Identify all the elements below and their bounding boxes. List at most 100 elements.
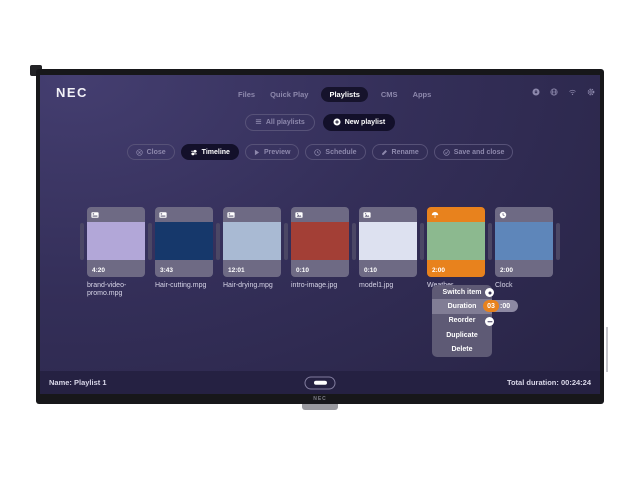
preview-button[interactable]: Preview [245, 144, 299, 160]
card-duration: 0:10 [291, 260, 349, 277]
timeline-item-model1[interactable]: 0:10 [359, 207, 417, 277]
status-icon-row [532, 88, 595, 96]
timeline-item-weather[interactable]: 2:00 [427, 207, 485, 277]
card-thumbnail [87, 222, 145, 260]
menu-item-switch-item[interactable]: Switch item [432, 285, 492, 299]
timeline-item-hair-drying[interactable]: 12:01 [223, 207, 281, 277]
save-and-close-button[interactable]: Save and close [434, 144, 514, 160]
drop-indicator[interactable] [352, 223, 356, 260]
monitor-logo-tab [302, 404, 338, 410]
save-and-close-label: Save and close [454, 149, 505, 156]
card-filename: Hair-cutting.mpg [155, 282, 213, 290]
nav-tab-apps[interactable]: Apps [411, 87, 434, 102]
main-nav: Files Quick Play Playlists CMS Apps [236, 87, 433, 102]
play-icon [254, 149, 260, 156]
preview-label: Preview [264, 149, 290, 156]
timeline-item-intro-image[interactable]: 0:10 [291, 207, 349, 277]
new-playlist-button[interactable]: New playlist [323, 114, 395, 131]
nav-tab-cms[interactable]: CMS [379, 87, 400, 102]
menu-item-delete[interactable]: Delete [432, 343, 492, 357]
duration-seconds-segment[interactable]: :00 [499, 303, 510, 310]
nec-screen-logo: NEC [56, 85, 88, 100]
card-header [359, 207, 417, 222]
card-thumbnail [155, 222, 213, 260]
wifi-icon[interactable] [568, 88, 577, 96]
card-duration: 0:10 [359, 260, 417, 277]
card-filename: brand-video-promo.mpg [87, 282, 145, 299]
new-playlist-label: New playlist [345, 119, 385, 126]
playlist-actions-bar: All playlists New playlist [40, 114, 600, 131]
total-duration-label: Total duration: 00:24:24 [507, 378, 591, 387]
timeline-toolbar: Close Timeline Preview Schedule Rename [40, 144, 600, 160]
timeline-label: Timeline [202, 149, 230, 156]
globe-icon[interactable] [550, 88, 558, 96]
card-duration: 3:43 [155, 260, 213, 277]
nav-tab-quick-play[interactable]: Quick Play [268, 87, 310, 102]
timeline-item-hair-cutting[interactable]: 3:43 [155, 207, 213, 277]
context-menu-panel: Switch item Duration Reorder Duplicate D… [432, 285, 492, 357]
drop-indicator[interactable] [556, 223, 560, 260]
card-header [291, 207, 349, 222]
all-playlists-button[interactable]: All playlists [245, 114, 315, 131]
card-thumbnail [223, 222, 281, 260]
card-duration: 12:01 [223, 260, 281, 277]
duration-minutes-segment[interactable]: 03 [483, 300, 499, 312]
bezel-nec-logo: NEC [36, 396, 604, 402]
menu-item-reorder[interactable]: Reorder [432, 314, 492, 328]
clock-icon [314, 149, 321, 156]
nav-tab-files[interactable]: Files [236, 87, 257, 102]
drop-indicator[interactable] [488, 223, 492, 260]
schedule-button[interactable]: Schedule [305, 144, 365, 160]
duration-input[interactable]: 03 :00 [483, 300, 518, 312]
playlist-name-label: Name: Playlist 1 [49, 378, 107, 387]
drop-indicator[interactable] [216, 223, 220, 260]
drop-indicator[interactable] [80, 223, 84, 260]
item-context-menu: Switch item Duration Reorder Duplicate D… [432, 285, 518, 358]
reorder-handle-icon[interactable] [485, 317, 494, 326]
download-icon[interactable] [532, 88, 540, 96]
card-duration: 4:20 [87, 260, 145, 277]
rename-button[interactable]: Rename [372, 144, 428, 160]
drop-indicator[interactable] [148, 223, 152, 260]
timeline-item-clock[interactable]: 2:00 [495, 207, 553, 277]
card-header [427, 207, 485, 222]
drop-indicator[interactable] [420, 223, 424, 260]
card-filename: intro-image.jpg [291, 282, 349, 290]
plus-circle-icon [333, 118, 341, 128]
sliders-icon [190, 149, 198, 156]
card-thumbnail [291, 222, 349, 260]
hamburger-icon [255, 118, 262, 127]
monitor-cable-line [606, 327, 608, 372]
timeline-button[interactable]: Timeline [181, 144, 239, 160]
drop-indicator[interactable] [284, 223, 288, 260]
rename-label: Rename [392, 149, 419, 156]
card-filename: Hair-drying.mpg [223, 282, 281, 290]
card-header [87, 207, 145, 222]
card-duration: 2:00 [495, 260, 553, 277]
settings-icon[interactable] [587, 88, 595, 96]
schedule-label: Schedule [325, 149, 356, 156]
pencil-icon [381, 149, 388, 156]
card-thumbnail [495, 222, 553, 260]
close-circle-icon [136, 149, 143, 156]
media-player-screen: NEC Files Quick Play Playlists CMS Apps [40, 75, 600, 394]
close-button[interactable]: Close [127, 144, 175, 160]
card-header [223, 207, 281, 222]
card-header [155, 207, 213, 222]
switch-item-target-icon[interactable] [485, 288, 494, 297]
close-label: Close [147, 149, 166, 156]
card-filename: model1.jpg [359, 282, 417, 290]
hide-panel-handle[interactable] [305, 376, 336, 389]
timeline-item-brand-video[interactable]: 4:20 [87, 207, 145, 277]
check-circle-icon [443, 149, 450, 156]
nec-monitor-frame: NEC NEC Files Quick Play Playlists CMS A… [36, 69, 604, 404]
nav-tab-playlists[interactable]: Playlists [321, 87, 367, 102]
card-header [495, 207, 553, 222]
all-playlists-label: All playlists [266, 119, 305, 126]
card-thumbnail [427, 222, 485, 260]
product-photo-stage: NEC NEC Files Quick Play Playlists CMS A… [0, 0, 640, 480]
card-thumbnail [359, 222, 417, 260]
menu-item-duplicate[interactable]: Duplicate [432, 328, 492, 342]
card-duration: 2:00 [427, 260, 485, 277]
bottom-status-bar: Name: Playlist 1 Total duration: 00:24:2… [40, 371, 600, 394]
